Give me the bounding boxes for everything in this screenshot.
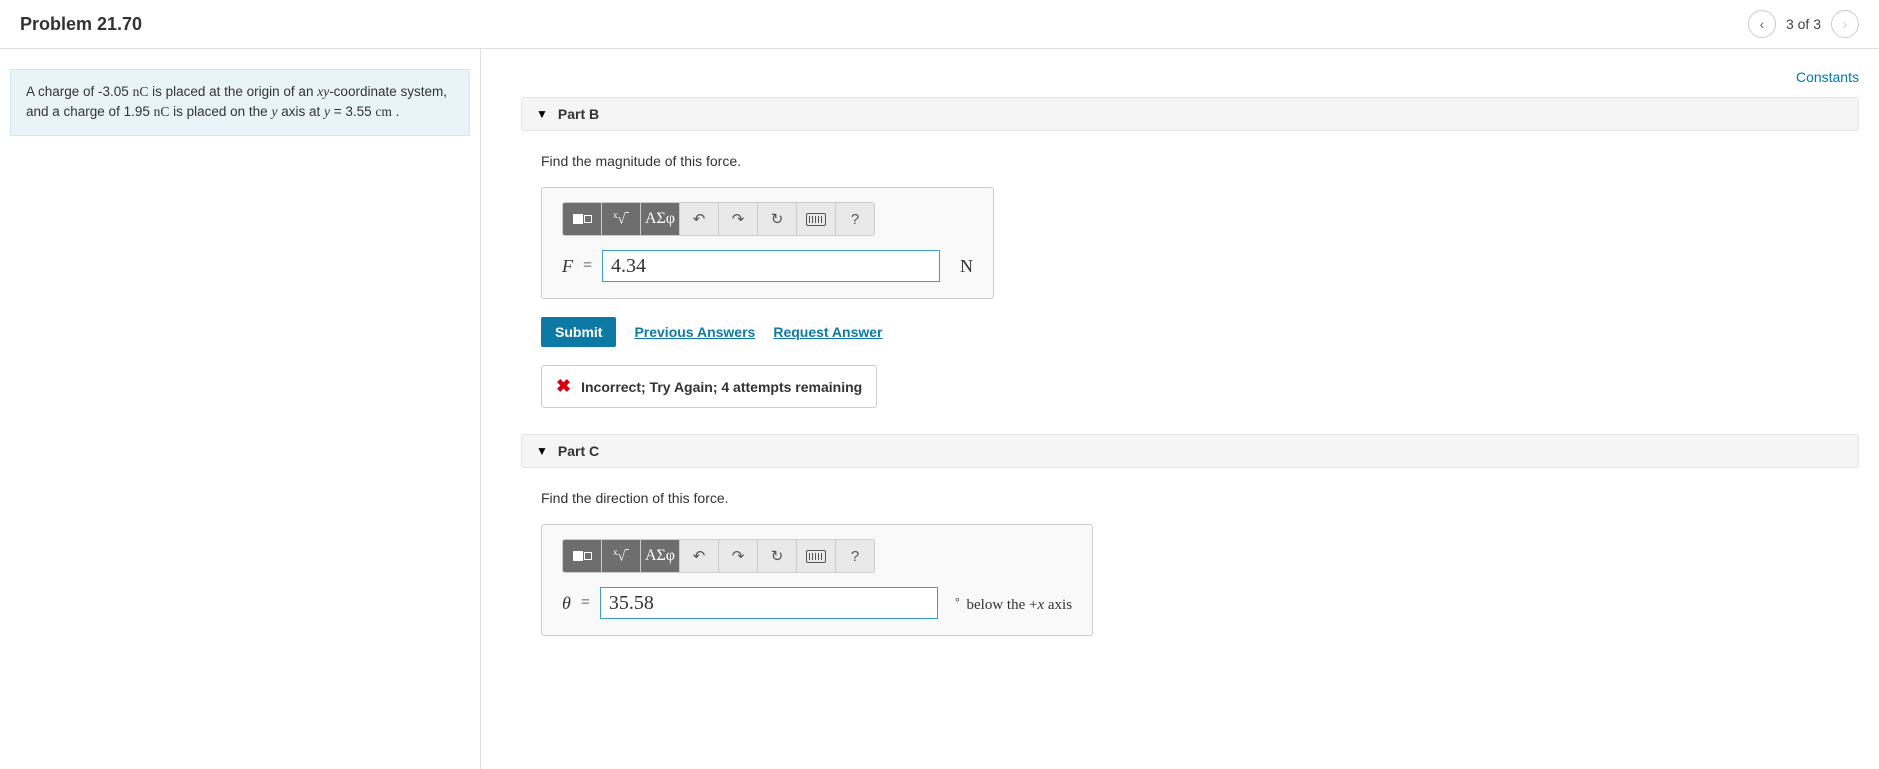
page-indicator: 3 of 3 (1786, 16, 1821, 32)
header: Problem 21.70 ‹ 3 of 3 › (0, 0, 1879, 49)
feedback-text: Incorrect; Try Again; 4 attempts remaini… (581, 379, 862, 395)
prev-page-button[interactable]: ‹ (1748, 10, 1776, 38)
redo-icon[interactable]: ↷ (719, 203, 758, 235)
part-c-label: Part C (558, 443, 599, 459)
problem-statement-column: A charge of -3.05 nC is placed at the or… (0, 49, 481, 769)
problem-title: Problem 21.70 (20, 14, 142, 35)
previous-answers-link[interactable]: Previous Answers (634, 324, 755, 340)
undo-icon[interactable]: ↶ (680, 540, 719, 572)
reset-icon[interactable]: ↻ (758, 203, 797, 235)
part-b-prompt: Find the magnitude of this force. (541, 153, 1839, 169)
help-icon[interactable]: ? (836, 540, 874, 572)
part-c-header[interactable]: ▼ Part C (521, 434, 1859, 468)
next-page-button: › (1831, 10, 1859, 38)
keyboard-icon[interactable] (797, 540, 836, 572)
equation-toolbar: x√ ΑΣφ ↶ ↷ ↻ ? (562, 202, 875, 236)
submit-button[interactable]: Submit (541, 317, 616, 347)
part-b-body: Find the magnitude of this force. x√ ΑΣφ… (521, 141, 1859, 434)
constants-link[interactable]: Constants (1796, 69, 1859, 85)
template-icon[interactable] (563, 540, 602, 572)
help-icon[interactable]: ? (836, 203, 874, 235)
part-b-unit: N (960, 256, 973, 277)
sqrt-icon[interactable]: x√ (602, 203, 641, 235)
sqrt-icon[interactable]: x√ (602, 540, 641, 572)
part-c-unit: ∘ below the +x axis (954, 593, 1072, 614)
feedback-box: ✖ Incorrect; Try Again; 4 attempts remai… (541, 365, 877, 408)
part-c-input[interactable] (600, 587, 938, 619)
page-nav: ‹ 3 of 3 › (1748, 10, 1859, 38)
part-b-header[interactable]: ▼ Part B (521, 97, 1859, 131)
part-c-body: Find the direction of this force. x√ ΑΣφ… (521, 478, 1859, 662)
redo-icon[interactable]: ↷ (719, 540, 758, 572)
part-b-answer-box: x√ ΑΣφ ↶ ↷ ↻ ? F = N (541, 187, 994, 299)
collapse-icon: ▼ (536, 107, 548, 121)
collapse-icon: ▼ (536, 444, 548, 458)
part-b-input[interactable] (602, 250, 940, 282)
request-answer-link[interactable]: Request Answer (773, 324, 882, 340)
part-c-answer-box: x√ ΑΣφ ↶ ↷ ↻ ? θ = ∘ below the +x axis (541, 524, 1093, 636)
equation-toolbar: x√ ΑΣφ ↶ ↷ ↻ ? (562, 539, 875, 573)
part-b-label: Part B (558, 106, 599, 122)
part-b-variable: F (562, 256, 573, 277)
part-c-prompt: Find the direction of this force. (541, 490, 1839, 506)
reset-icon[interactable]: ↻ (758, 540, 797, 572)
problem-statement: A charge of -3.05 nC is placed at the or… (10, 69, 470, 136)
keyboard-icon[interactable] (797, 203, 836, 235)
template-icon[interactable] (563, 203, 602, 235)
answer-column: Constants ▼ Part B Find the magnitude of… (481, 49, 1879, 769)
part-c-variable: θ (562, 593, 571, 614)
incorrect-icon: ✖ (556, 376, 571, 397)
greek-icon[interactable]: ΑΣφ (641, 540, 680, 572)
greek-icon[interactable]: ΑΣφ (641, 203, 680, 235)
undo-icon[interactable]: ↶ (680, 203, 719, 235)
